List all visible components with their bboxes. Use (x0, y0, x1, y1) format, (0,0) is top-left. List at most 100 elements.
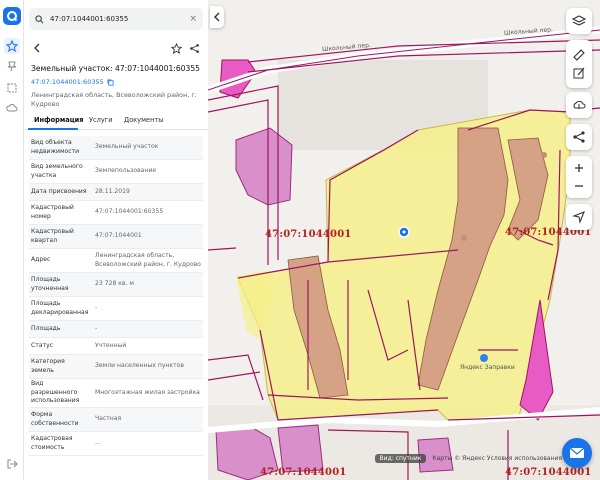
tab-documents[interactable]: Документы (124, 116, 163, 124)
page-title: Земельный участок: 47:07:1044001:60355 (31, 64, 200, 73)
poi-label: Яндекс Заправки (460, 364, 515, 371)
cloud-icon (6, 104, 18, 112)
star-icon (6, 40, 18, 52)
active-tab-indicator (28, 128, 78, 130)
row-key: Кадастровая стоимость (31, 435, 73, 451)
row-value: Земельный участок (95, 143, 159, 151)
satellite-toggle[interactable]: Вид: спутник (374, 454, 427, 463)
row-key: Вид земельного участка (31, 163, 83, 179)
row-value: 47:07:1044001 (95, 232, 142, 240)
table-row: Вид земельного участка Землепользование (29, 160, 203, 184)
tab-bar: Информация Услуги Документы (24, 112, 208, 130)
row-key: Дата присвоения (31, 187, 87, 195)
table-row: Форма собственности Частная (29, 408, 203, 432)
tab-services[interactable]: Услуги (89, 116, 113, 124)
table-row: Площадь декларированная - (29, 297, 203, 321)
search-input[interactable]: 47:07:1044001:60355 (50, 15, 189, 23)
panel-toolbar (24, 40, 208, 60)
share-map-button[interactable] (566, 124, 592, 150)
feedback-button[interactable] (562, 438, 592, 468)
favorite-icon[interactable] (171, 43, 182, 54)
row-key: Кадастровый номер (31, 204, 74, 220)
table-row: Адрес Ленинградская область, Всеволожский… (29, 249, 203, 273)
layers-button[interactable] (566, 8, 592, 34)
map-canvas[interactable]: 47:07:1044001 47:07:1044001 47:07:104400… (208, 0, 600, 480)
building (235, 127, 293, 206)
ruler-icon[interactable] (572, 48, 586, 62)
zoom-in-icon[interactable] (573, 162, 585, 174)
search-icon (35, 14, 44, 23)
row-key: Категория земель (31, 358, 65, 374)
edit-icon[interactable] (572, 66, 586, 80)
row-key: Статус (31, 341, 54, 349)
row-key: Площадь декларированная (31, 300, 89, 316)
chevron-left-icon (214, 12, 220, 22)
table-row: Категория земель Земли населенных пунктов (29, 355, 203, 379)
row-key: Площадь (31, 324, 61, 332)
upload-icon (573, 100, 586, 109)
cadastral-quarter-label: 47:07:1044001 (260, 467, 347, 478)
row-value: - (95, 324, 98, 332)
row-value: ... (95, 439, 101, 447)
fuel-station-icon[interactable] (480, 354, 488, 362)
share-icon (573, 131, 585, 143)
attribution-text[interactable]: Карты © Яндекс Условия использования (432, 455, 562, 462)
table-row: Статус Учтенный (29, 338, 203, 355)
table-row: Кадастровый квартал 47:07:1044001 (29, 225, 203, 249)
row-value: Учтенный (95, 341, 127, 349)
clear-search-button[interactable]: × (189, 14, 197, 24)
row-key: Форма собственности (31, 411, 79, 427)
row-value: Многоэтажная жилая застройка (95, 388, 200, 396)
row-key: Адрес (31, 256, 51, 264)
tools-group (566, 40, 592, 88)
rail-pin[interactable] (4, 58, 20, 74)
table-row: Дата присвоения 28.11.2019 (29, 184, 203, 201)
upload-button[interactable] (566, 92, 592, 118)
pin-icon (7, 61, 17, 72)
cadastral-number-link[interactable]: 47:07:1044001:60355 (31, 78, 114, 86)
logo-icon (7, 11, 18, 22)
logout-icon (7, 459, 18, 469)
row-key: Кадастровый квартал (31, 228, 74, 244)
locate-button[interactable] (566, 204, 592, 230)
building (277, 424, 324, 473)
left-rail (0, 0, 24, 480)
property-info-table: Вид объекта недвижимости Земельный участо… (29, 136, 203, 456)
mail-icon (569, 447, 585, 458)
share-icon[interactable] (189, 43, 200, 54)
poi-marker (541, 152, 547, 158)
row-value: 47:07:1044001:60355 (95, 208, 164, 216)
map-attribution: Вид: спутник Карты © Яндекс Условия испо… (374, 454, 562, 463)
cadastral-number-text[interactable]: 47:07:1044001:60355 (31, 78, 104, 86)
address-subtitle: Ленинградская область, Всеволожский райо… (31, 91, 197, 108)
row-key: Площадь уточненная (31, 276, 69, 292)
copy-icon[interactable] (107, 78, 114, 86)
rail-area[interactable] (4, 80, 20, 96)
rail-logout[interactable] (4, 456, 20, 472)
search-bar[interactable]: 47:07:1044001:60355 × (29, 8, 203, 30)
location-pin-dot (402, 230, 406, 234)
row-value: Частная (95, 415, 122, 423)
back-icon[interactable] (32, 43, 42, 53)
row-key: Вид разрешенного использования (31, 380, 80, 405)
row-value: Земли населенных пунктов (95, 362, 184, 370)
table-row: Кадастровый номер 47:07:1044001:60355 (29, 201, 203, 225)
row-value: - (95, 304, 98, 312)
cadastral-quarter-label: 47:07:1044001 (505, 467, 592, 478)
rail-cloud[interactable] (4, 100, 20, 116)
zoom-out-icon[interactable] (573, 180, 585, 192)
tab-information[interactable]: Информация (34, 116, 83, 124)
row-value: 28.11.2019 (95, 187, 130, 195)
table-row: Кадастровая стоимость... (29, 432, 203, 456)
rail-favorites[interactable] (4, 38, 20, 54)
map-layer (208, 26, 600, 480)
table-row: Вид разрешенного использования Многоэтажн… (29, 379, 203, 408)
square-icon (7, 83, 17, 93)
row-value: Ленинградская область, Всеволожский райо… (95, 252, 201, 268)
collapse-panel-button[interactable] (210, 6, 224, 28)
row-key: Вид объекта недвижимости (31, 139, 80, 155)
app-logo[interactable] (3, 7, 21, 25)
table-row: Вид объекта недвижимости Земельный участо… (29, 136, 203, 160)
row-value: Землепользование (95, 167, 157, 175)
table-row: Площадь уточненная 23 728 кв. м (29, 273, 203, 297)
